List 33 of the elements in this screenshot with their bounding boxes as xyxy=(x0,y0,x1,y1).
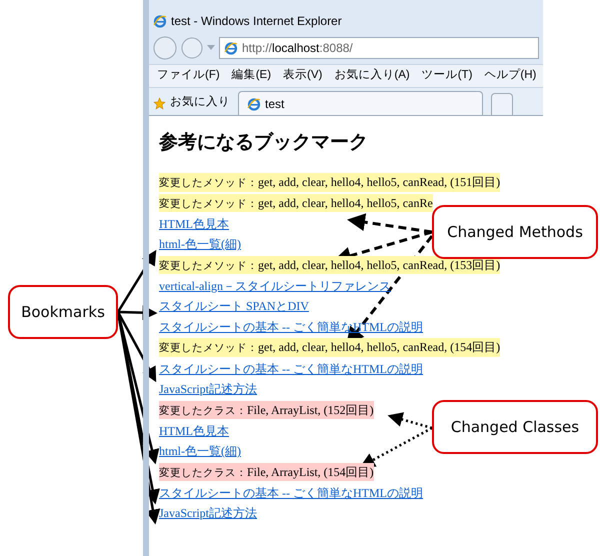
bookmark-link[interactable]: JavaScript記述方法 xyxy=(159,504,257,522)
browser-logo-icon xyxy=(247,96,261,110)
bookmark-link[interactable]: JavaScript記述方法 xyxy=(159,380,257,398)
menu-item[interactable]: お気に入り(A) xyxy=(334,67,410,85)
bookmark-link[interactable]: html-色一覧(細) xyxy=(159,235,241,254)
forward-button-icon[interactable] xyxy=(181,37,203,59)
menu-item[interactable]: 表示(V) xyxy=(283,67,322,85)
callout-label: Changed Methods xyxy=(432,205,598,259)
favorites-button[interactable]: お気に入り xyxy=(170,94,230,112)
window-title: test - Windows Internet Explorer xyxy=(171,13,342,30)
bookmark-link[interactable]: vertical-align－スタイルシートリファレンス xyxy=(159,276,391,295)
browser-logo-icon xyxy=(153,14,167,28)
menu-item[interactable]: ツール(T) xyxy=(422,67,472,85)
bookmark-link[interactable]: スタイルシートの基本 -- ごく簡単なHTMLの説明 xyxy=(159,484,423,502)
address-field[interactable]: http://localhost:8088/ xyxy=(219,37,539,59)
star-icon xyxy=(153,96,166,110)
callout-label: Changed Classes xyxy=(432,400,598,454)
back-button-icon[interactable] xyxy=(153,36,177,60)
dropdown-caret-icon[interactable] xyxy=(207,45,215,51)
bookmark-link[interactable]: html-色一覧(細) xyxy=(159,442,241,460)
menu-item[interactable]: ヘルプ(H) xyxy=(484,67,536,85)
menu-item[interactable]: 編集(E) xyxy=(232,67,272,85)
bookmark-link[interactable]: スタイルシート SPANとDIV xyxy=(159,297,309,316)
page-heading: 参考になるブックマーク xyxy=(159,130,369,155)
bookmark-link[interactable]: スタイルシートの基本 -- ごく簡単なHTMLの説明 xyxy=(159,360,423,378)
browser-tab[interactable]: test xyxy=(238,91,483,115)
new-tab-button[interactable] xyxy=(491,93,513,115)
callout-label: Bookmarks xyxy=(8,285,118,339)
bookmark-link[interactable]: HTML色見本 xyxy=(159,214,229,233)
bookmark-link[interactable]: スタイルシートの基本 -- ごく簡単なHTMLの説明 xyxy=(159,318,423,336)
bookmark-link[interactable]: HTML色見本 xyxy=(159,422,229,440)
menu-item[interactable]: ファイル(F) xyxy=(157,67,220,85)
browser-logo-icon xyxy=(224,41,238,55)
